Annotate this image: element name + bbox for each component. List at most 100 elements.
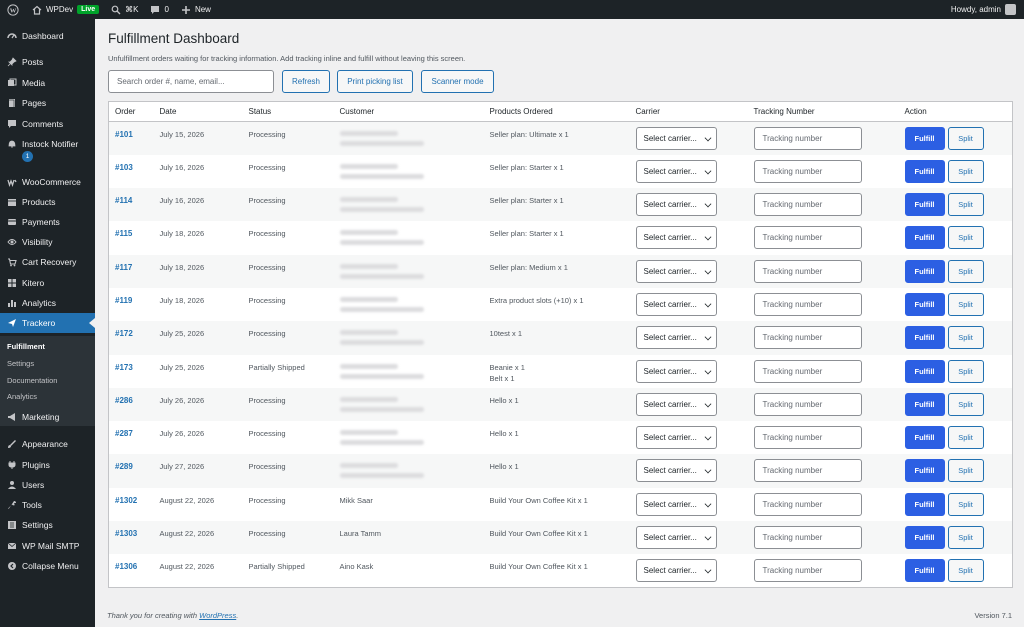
split-button[interactable]: Split <box>947 526 984 550</box>
split-button[interactable]: Split <box>947 559 984 583</box>
order-link[interactable]: #289 <box>115 462 133 471</box>
column-header-carrier[interactable]: Carrier <box>629 101 748 122</box>
my-account-link[interactable]: Howdy, admin <box>945 0 1024 19</box>
fulfill-button[interactable]: Fulfill <box>904 193 945 217</box>
print-picking-list-button[interactable]: Print picking list <box>337 70 413 93</box>
split-button[interactable]: Split <box>947 292 984 316</box>
menu-media[interactable]: Media <box>0 73 95 93</box>
submenu-documentation[interactable]: Documentation <box>7 376 57 385</box>
carrier-select[interactable]: Select carrier... <box>635 259 717 283</box>
menu-settings[interactable]: Settings <box>0 515 95 535</box>
order-link[interactable]: #172 <box>115 329 133 338</box>
order-link[interactable]: #101 <box>115 130 133 139</box>
new-content-link[interactable]: New <box>175 0 217 19</box>
fulfill-button[interactable]: Fulfill <box>904 159 945 183</box>
fulfill-button[interactable]: Fulfill <box>904 259 945 283</box>
split-button[interactable]: Split <box>947 259 984 283</box>
fulfill-button[interactable]: Fulfill <box>904 526 945 550</box>
menu-kitero[interactable]: Kitero <box>0 273 95 293</box>
order-link[interactable]: #286 <box>115 396 133 405</box>
tracking-number-input[interactable]: Tracking number <box>753 292 862 316</box>
menu-woocommerce[interactable]: WooCommerce <box>0 172 95 192</box>
tracking-number-input[interactable]: Tracking number <box>753 259 862 283</box>
fulfill-button[interactable]: Fulfill <box>904 292 945 316</box>
menu-cart-recovery[interactable]: Cart Recovery <box>0 252 95 272</box>
menu-dashboard[interactable]: Dashboard <box>0 26 95 46</box>
order-link[interactable]: #117 <box>115 263 132 272</box>
menu-trackero[interactable]: Trackero <box>0 313 95 333</box>
tracking-number-input[interactable]: Tracking number <box>753 159 862 183</box>
refresh-button[interactable]: Refresh <box>282 70 330 93</box>
column-header-date[interactable]: Date <box>153 101 243 122</box>
fulfill-button[interactable]: Fulfill <box>904 492 945 516</box>
tracking-number-input[interactable]: Tracking number <box>753 127 862 150</box>
carrier-select[interactable]: Select carrier... <box>635 159 717 183</box>
tracking-number-input[interactable]: Tracking number <box>753 226 862 250</box>
split-button[interactable]: Split <box>947 459 984 483</box>
fulfill-button[interactable]: Fulfill <box>904 459 945 483</box>
search-input[interactable]: Search order #, name, email... <box>108 70 274 93</box>
split-button[interactable]: Split <box>947 392 984 416</box>
carrier-select[interactable]: Select carrier... <box>635 193 717 217</box>
tracking-number-input[interactable]: Tracking number <box>753 326 862 350</box>
split-button[interactable]: Split <box>947 127 984 150</box>
menu-payments[interactable]: Payments <box>0 212 95 232</box>
order-link[interactable]: #103 <box>115 163 133 172</box>
scanner-mode-button[interactable]: Scanner mode <box>421 70 494 93</box>
order-link[interactable]: #1302 <box>115 496 137 505</box>
menu-users[interactable]: Users <box>0 475 95 495</box>
menu-appearance[interactable]: Appearance <box>0 434 95 454</box>
fulfill-button[interactable]: Fulfill <box>904 226 945 250</box>
carrier-select[interactable]: Select carrier... <box>635 559 717 583</box>
split-button[interactable]: Split <box>947 193 984 217</box>
tracking-number-input[interactable]: Tracking number <box>753 492 862 516</box>
order-link[interactable]: #287 <box>115 429 133 438</box>
comments-link[interactable]: 0 <box>144 0 174 19</box>
tracking-number-input[interactable]: Tracking number <box>753 526 862 550</box>
tracking-number-input[interactable]: Tracking number <box>753 459 862 483</box>
fulfill-button[interactable]: Fulfill <box>904 359 945 383</box>
column-header-customer[interactable]: Customer <box>333 101 484 122</box>
menu-visibility[interactable]: Visibility <box>0 232 95 252</box>
order-link[interactable]: #1306 <box>115 562 137 571</box>
column-header-order[interactable]: Order <box>108 101 154 122</box>
split-button[interactable]: Split <box>947 326 984 350</box>
menu-products[interactable]: Products <box>0 192 95 212</box>
order-link[interactable]: #114 <box>115 196 132 205</box>
order-link[interactable]: #115 <box>115 229 132 238</box>
fulfill-button[interactable]: Fulfill <box>904 392 945 416</box>
order-link[interactable]: #119 <box>115 296 132 305</box>
menu-plugins[interactable]: Plugins <box>0 455 95 475</box>
carrier-select[interactable]: Select carrier... <box>635 526 717 550</box>
order-link[interactable]: #173 <box>115 363 133 372</box>
carrier-select[interactable]: Select carrier... <box>635 492 717 516</box>
submenu-fulfillment[interactable]: Fulfillment <box>7 342 45 351</box>
wordpress-link[interactable]: WordPress <box>199 611 236 620</box>
order-link[interactable]: #1303 <box>115 529 137 538</box>
split-button[interactable]: Split <box>947 492 984 516</box>
tracking-number-input[interactable]: Tracking number <box>753 359 862 383</box>
menu-wp-mail-smtp[interactable]: WP Mail SMTP <box>0 536 95 556</box>
carrier-select[interactable]: Select carrier... <box>635 292 717 316</box>
column-header-products[interactable]: Products Ordered <box>483 101 630 122</box>
split-button[interactable]: Split <box>947 226 984 250</box>
submenu-settings[interactable]: Settings <box>7 359 34 368</box>
command-palette-button[interactable]: ⌘K <box>105 0 144 19</box>
wordpress-logo-icon[interactable]: W <box>0 0 26 19</box>
tracking-number-input[interactable]: Tracking number <box>753 426 862 450</box>
menu-analytics[interactable]: Analytics <box>0 293 95 313</box>
tracking-number-input[interactable]: Tracking number <box>753 559 862 583</box>
carrier-select[interactable]: Select carrier... <box>635 127 717 150</box>
column-header-tracking[interactable]: Tracking Number <box>747 101 899 122</box>
site-name-link[interactable]: WPDev Live <box>26 0 105 19</box>
menu-collapse[interactable]: Collapse Menu <box>0 556 95 576</box>
carrier-select[interactable]: Select carrier... <box>635 359 717 383</box>
carrier-select[interactable]: Select carrier... <box>635 226 717 250</box>
menu-posts[interactable]: Posts <box>0 52 95 72</box>
split-button[interactable]: Split <box>947 426 984 450</box>
menu-instock-notifier[interactable]: Instock Notifier <box>0 134 95 154</box>
menu-pages[interactable]: Pages <box>0 93 95 113</box>
split-button[interactable]: Split <box>947 359 984 383</box>
menu-tools[interactable]: Tools <box>0 495 95 515</box>
submenu-analytics[interactable]: Analytics <box>7 392 37 401</box>
